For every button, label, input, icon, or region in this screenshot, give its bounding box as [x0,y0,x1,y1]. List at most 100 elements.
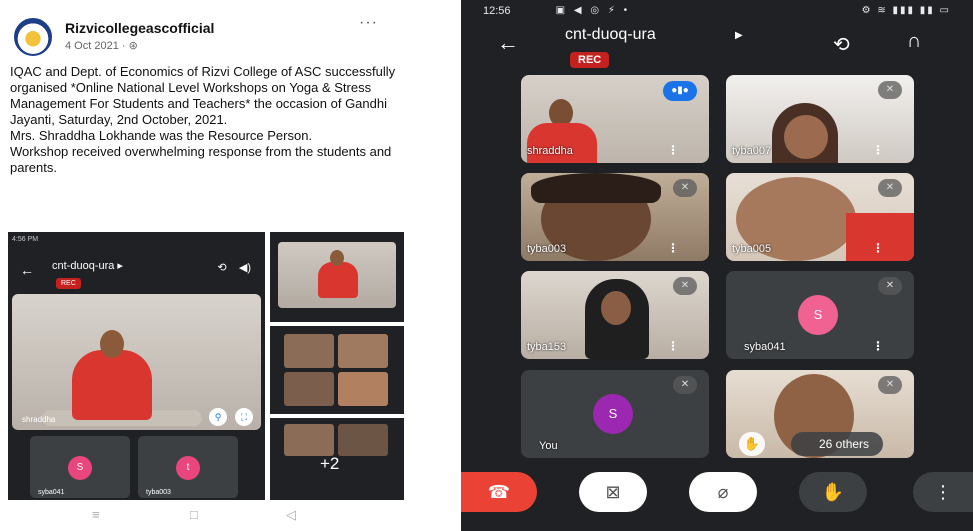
participant-tile[interactable]: ●▮● shraddha ⋮ [521,75,709,163]
mini-rec-badge: REC [56,278,81,289]
post-body: IQAC and Dept. of Economics of Rizvi Col… [10,64,402,176]
avatar: S [798,295,838,335]
avatar: t [176,456,200,480]
mic-off-icon: ✕ [673,179,697,197]
mic-off-icon: ✕ [673,376,697,394]
more-vertical-icon[interactable]: ⋮ [667,339,679,353]
participant-face [601,291,631,325]
mic-off-icon: ✕ [878,277,902,295]
more-options-button[interactable]: ⋮ [913,472,973,512]
participant-thumb [338,424,388,456]
participant-name: You [539,440,558,452]
participant-name: shraddha [527,145,573,157]
participant-name: tyba005 [732,243,772,255]
menu-icon[interactable]: ≡ [92,507,100,522]
mic-off-icon: ⌀ [717,482,729,502]
mini-tile-name: syba041 [38,489,65,496]
meet-screenshot: 12:56 ▣ ◀ ◎ ⚡ • ⚙ ≋ ▮▮▮ ▮▮ ▭ ← cnt-duoq-… [461,0,973,531]
speaker-icon: ◀) [238,262,251,274]
participant-tile[interactable]: ✕ tyba153 ⋮ [521,271,709,359]
participant-thumb [284,334,334,368]
mic-off-icon: ✕ [878,376,902,394]
college-logo[interactable] [14,18,52,56]
participant-name: tyba003 [527,243,567,255]
more-vertical-icon[interactable]: ⋮ [872,339,884,353]
mini-header-icons: ⟲ ◀) [217,261,251,274]
gallery-photo-main[interactable]: 4:56 PM ← cnt-duoq-ura ▸ REC ⟲ ◀) shradd… [8,232,265,500]
person-figure [527,123,597,163]
mini-meeting-title: cnt-duoq-ura ▸ [52,260,123,272]
post-date: 4 Oct 2021 · ⊛ [65,39,138,52]
post-paragraph: Mrs. Shraddha Lokhande was the Resource … [10,128,313,143]
participant-name: syba041 [744,341,786,353]
person-figure [318,262,358,298]
participant-tile[interactable]: S ✕ syba041 ⋮ [726,271,914,359]
more-vertical-icon[interactable]: ⋮ [872,241,884,255]
avatar: S [593,394,633,434]
back-arrow-icon[interactable]: ← [497,30,519,56]
mini-tiles: S syba041 t tyba003 [30,436,240,498]
mic-toggle-button[interactable]: ⌀ [689,472,757,512]
chevron-right-icon[interactable]: ▶ [735,30,743,41]
rec-badge: REC [570,52,610,68]
raise-hand-icon: ✋ [739,432,765,456]
mini-participant-tile: t tyba003 [138,436,238,498]
home-icon[interactable]: □ [190,507,198,522]
globe-icon: ⊛ [128,40,138,52]
pin-icon: ⚲ [209,408,227,426]
others-count[interactable]: 26 others [791,432,884,456]
meeting-title[interactable]: cnt-duoq-ura [565,26,656,44]
signal-battery-icons: ⚙ ≋ ▮▮▮ ▮▮ ▭ [861,5,951,16]
more-vertical-icon[interactable]: ⋮ [667,241,679,255]
post-header: Rizvicollegeascofficial 4 Oct 2021 · ⊛ ·… [10,12,400,56]
participant-name: tyba007 [732,145,772,157]
switch-camera-icon[interactable]: ⟲ [833,32,850,57]
participant-tile[interactable]: ✕ tyba005 ⋮ [726,173,914,261]
mic-off-icon: ✕ [673,277,697,295]
more-vertical-icon[interactable]: ⋮ [667,143,679,157]
back-icon[interactable]: ◁ [286,507,296,523]
gallery-column: +2 [270,232,404,500]
mini-status-bar: 4:56 PM [12,236,39,243]
gallery-photo[interactable] [270,326,404,414]
end-call-icon: ☎ [487,482,511,502]
more-options-icon[interactable]: ··· [359,14,378,32]
gallery-photo[interactable] [270,232,404,322]
person-figure [100,330,124,358]
camera-off-icon: ⊠ [605,482,621,502]
participant-face [784,115,828,159]
participant-tile[interactable]: ✕ tyba003 ⋮ [521,173,709,261]
camera-toggle-button[interactable]: ⊠ [579,472,647,512]
post-date-text: 4 Oct 2021 · [65,40,129,52]
participant-thumb [284,424,334,456]
android-nav-bar: ≡ □ ◁ [0,504,412,531]
raise-hand-button[interactable]: ✋ [799,472,867,512]
more-photos-count: +2 [320,454,340,473]
mini-title-text: cnt-duoq-ura [52,260,115,272]
status-bar: 12:56 ▣ ◀ ◎ ⚡ • ⚙ ≋ ▮▮▮ ▮▮ ▭ [461,0,973,24]
speaking-indicator-icon: ●▮● [663,81,697,101]
switch-camera-icon: ⟲ [217,262,227,274]
more-vertical-icon: ⋮ [934,482,952,502]
person-figure [330,250,344,266]
mic-off-icon: ✕ [878,81,902,99]
social-post: Rizvicollegeascofficial 4 Oct 2021 · ⊛ ·… [0,0,412,531]
page-name[interactable]: Rizvicollegeascofficial [65,20,214,36]
more-vertical-icon[interactable]: ⋮ [872,143,884,157]
avatar: S [68,456,92,480]
participant-hair [531,173,661,203]
participant-name: tyba153 [527,341,567,353]
participant-tile-self[interactable]: S ✕ You [521,370,709,458]
mini-participant-tile: S syba041 [30,436,130,498]
headphones-icon[interactable]: ∩ [907,30,921,53]
mic-off-icon: ✕ [878,179,902,197]
gallery-photo-more[interactable]: +2 [270,418,404,500]
fullscreen-icon: ⛶ [235,408,253,426]
participant-tile[interactable]: ✕ tyba007 ⋮ [726,75,914,163]
raise-hand-icon: ✋ [821,482,845,502]
back-arrow-icon: ← [20,262,34,278]
status-time: 12:56 [483,5,511,17]
participant-thumb [284,372,334,406]
mini-speaker-name: shraddha [22,415,56,424]
end-call-button[interactable]: ☎ [461,472,537,512]
